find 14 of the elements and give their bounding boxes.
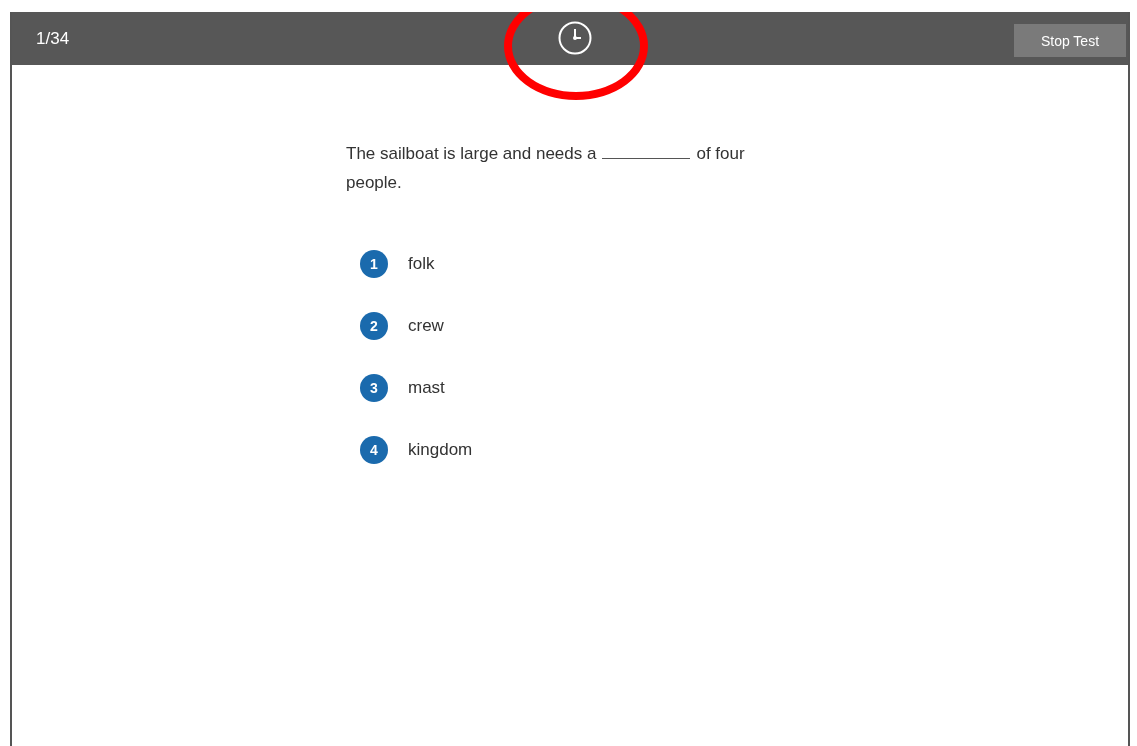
- option-number[interactable]: 3: [360, 374, 388, 402]
- answer-option[interactable]: mast: [408, 378, 445, 398]
- clock-icon[interactable]: [557, 19, 593, 56]
- option-number[interactable]: 4: [360, 436, 388, 464]
- stop-test-button[interactable]: Stop Test: [1014, 24, 1126, 57]
- answer-option[interactable]: folk: [408, 254, 435, 274]
- answer-option[interactable]: kingdom: [408, 440, 473, 460]
- question-text: The sailboat is large and needs a: [346, 143, 597, 165]
- question-text: of four: [696, 143, 745, 165]
- answer-option[interactable]: crew: [408, 316, 444, 336]
- option-number[interactable]: 1: [360, 250, 388, 278]
- option-number[interactable]: 2: [360, 312, 388, 340]
- question-counter: 1/34: [36, 28, 71, 49]
- question-text: people.: [346, 173, 402, 192]
